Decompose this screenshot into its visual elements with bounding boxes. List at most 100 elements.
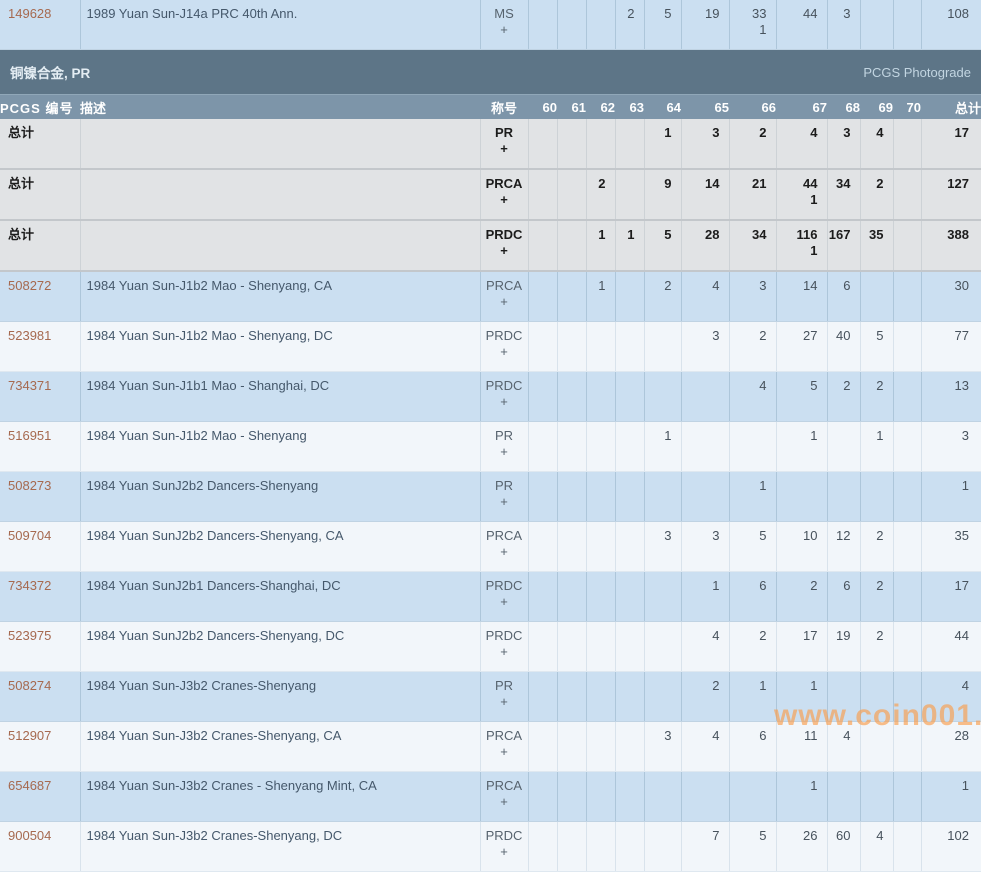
grade-63-cell (615, 422, 644, 472)
column-header-70: 70 (893, 95, 921, 120)
grade-60-cell (528, 220, 557, 271)
grade-68-cell: 3 (827, 0, 860, 50)
total-row-label: 总计 (0, 119, 80, 169)
grade-60-cell (528, 271, 557, 322)
designation-cell: PR+ (480, 472, 528, 522)
grade-60-cell (528, 119, 557, 169)
designation-cell: PR+ (480, 119, 528, 169)
grade-66-cell: 6 (729, 722, 776, 772)
pcgs-number-link[interactable]: 734371 (0, 372, 80, 422)
pcgs-number-link[interactable]: 508274 (0, 672, 80, 722)
grade-63-cell (615, 271, 644, 322)
grade-65-cell (681, 372, 729, 422)
grade-66-cell (729, 772, 776, 822)
grade-65-cell (681, 472, 729, 522)
column-header-pcgs-number: PCGS 编号 (0, 95, 80, 120)
grade-66-cell: 5 (729, 822, 776, 872)
pcgs-number-link[interactable]: 654687 (0, 772, 80, 822)
total-row-label: 总计 (0, 169, 80, 220)
grade-62-cell (586, 722, 615, 772)
grade-60-cell (528, 169, 557, 220)
pcgs-number-link[interactable]: 516951 (0, 422, 80, 472)
row-total: 4 (921, 672, 981, 722)
table-row: 5082741984 Yuan Sun-J3b2 Cranes-Shenyang… (0, 672, 981, 722)
grade-61-cell (557, 822, 586, 872)
grade-61-cell (557, 622, 586, 672)
grade-62-cell (586, 822, 615, 872)
table-row: 7343721984 Yuan SunJ2b1 Dancers-Shanghai… (0, 572, 981, 622)
grade-65-cell: 19 (681, 0, 729, 50)
grade-65-cell: 7 (681, 822, 729, 872)
grade-64-cell: 3 (644, 522, 681, 572)
pcgs-number-link[interactable]: 523975 (0, 622, 80, 672)
column-header-61: 61 (557, 95, 586, 120)
row-total: 388 (921, 220, 981, 271)
grade-68-cell (827, 472, 860, 522)
pcgs-number-link[interactable]: 734372 (0, 572, 80, 622)
grade-63-cell (615, 822, 644, 872)
pcgs-number-link[interactable]: 508273 (0, 472, 80, 522)
grade-70-cell (893, 472, 921, 522)
pcgs-number-link[interactable]: 900504 (0, 822, 80, 872)
grade-67-cell: 44 (776, 0, 827, 50)
grade-65-cell: 3 (681, 522, 729, 572)
grade-70-cell (893, 722, 921, 772)
grade-68-cell: 12 (827, 522, 860, 572)
grade-64-cell: 5 (644, 0, 681, 50)
grade-65-cell (681, 422, 729, 472)
table-row: 1496281989 Yuan Sun-J14a PRC 40th Ann.MS… (0, 0, 981, 50)
grade-70-cell (893, 422, 921, 472)
grade-63-cell (615, 372, 644, 422)
grade-62-cell: 1 (586, 220, 615, 271)
grade-60-cell (528, 672, 557, 722)
pcgs-number-link[interactable]: 523981 (0, 322, 80, 372)
grade-70-cell (893, 822, 921, 872)
grade-65-cell: 4 (681, 622, 729, 672)
grade-68-cell: 167 (827, 220, 860, 271)
grade-69-cell: 35 (860, 220, 893, 271)
table-row: 5082721984 Yuan Sun-J1b2 Mao - Shenyang,… (0, 271, 981, 322)
grade-69-cell: 2 (860, 572, 893, 622)
column-header-66: 66 (729, 95, 776, 120)
grade-65-cell: 3 (681, 119, 729, 169)
grade-62-cell (586, 772, 615, 822)
grade-66-cell: 1 (729, 472, 776, 522)
column-header-69: 69 (860, 95, 893, 120)
grade-63-cell (615, 119, 644, 169)
grade-69-cell: 2 (860, 622, 893, 672)
designation-cell: PRCA+ (480, 722, 528, 772)
grade-64-cell (644, 472, 681, 522)
pcgs-photograde-link[interactable]: PCGS Photograde (863, 65, 981, 80)
grade-69-cell (860, 0, 893, 50)
coin-description: 1984 Yuan Sun-J1b2 Mao - Shenyang (80, 422, 480, 472)
grade-67-cell: 11 (776, 722, 827, 772)
row-total: 1 (921, 472, 981, 522)
row-total: 35 (921, 522, 981, 572)
grade-66-cell: 2 (729, 322, 776, 372)
grade-64-cell: 5 (644, 220, 681, 271)
grade-70-cell (893, 572, 921, 622)
grade-70-cell (893, 622, 921, 672)
designation-cell: PRDC+ (480, 372, 528, 422)
grade-70-cell (893, 271, 921, 322)
designation-cell: PRDC+ (480, 622, 528, 672)
grade-64-cell: 1 (644, 422, 681, 472)
grade-61-cell (557, 220, 586, 271)
grade-68-cell (827, 422, 860, 472)
grade-61-cell (557, 522, 586, 572)
table-row: 7343711984 Yuan Sun-J1b1 Mao - Shanghai,… (0, 372, 981, 422)
grade-63-cell (615, 169, 644, 220)
grade-65-cell: 3 (681, 322, 729, 372)
designation-cell: PRCA+ (480, 169, 528, 220)
designation-cell: PRCA+ (480, 271, 528, 322)
grade-70-cell (893, 672, 921, 722)
pcgs-number-link[interactable]: 149628 (0, 0, 80, 50)
grade-69-cell: 1 (860, 422, 893, 472)
pcgs-number-link[interactable]: 508272 (0, 271, 80, 322)
pcgs-number-link[interactable]: 509704 (0, 522, 80, 572)
grade-63-cell (615, 772, 644, 822)
grade-62-cell (586, 322, 615, 372)
grade-68-cell: 60 (827, 822, 860, 872)
grade-62-cell (586, 472, 615, 522)
pcgs-number-link[interactable]: 512907 (0, 722, 80, 772)
